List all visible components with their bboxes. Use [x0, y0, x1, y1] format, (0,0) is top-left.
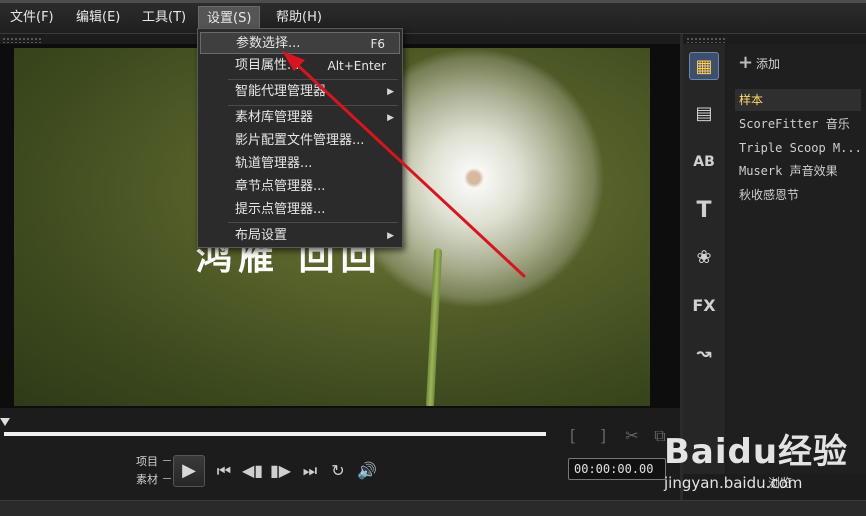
menu-item-label: 参数选择...	[236, 36, 301, 51]
mode-project-dash	[163, 460, 171, 461]
next-frame-icon[interactable]: ▮▶	[270, 461, 291, 481]
menu-settings[interactable]: 设置(S)	[198, 6, 261, 30]
scissors-icon[interactable]: ✂	[622, 426, 642, 446]
menu-item-label: 布局设置	[235, 228, 288, 243]
scrubber-track[interactable]	[4, 432, 546, 436]
menu-item-shortcut: F6	[370, 37, 385, 51]
add-button[interactable]: + 添加	[738, 52, 780, 74]
menu-item-profile-manager[interactable]: 影片配置文件管理器...	[200, 130, 400, 152]
mode-project-label[interactable]: 项目	[136, 453, 158, 469]
title-ab-icon[interactable]: AB	[689, 148, 719, 176]
menu-separator	[228, 222, 398, 223]
menu-file[interactable]: 文件(F)	[2, 6, 62, 30]
timecode-field[interactable]: 00:00:00.00	[568, 458, 666, 480]
library-item-sample[interactable]: 样本	[735, 89, 861, 111]
library-item-triple-scoop[interactable]: Triple Scoop M...	[735, 137, 861, 159]
menu-item-smart-proxy[interactable]: 智能代理管理器 ▶	[200, 81, 400, 103]
go-to-end-icon[interactable]: ⏭	[300, 461, 320, 481]
fx-icon[interactable]: FX	[689, 292, 719, 320]
menu-item-label: 项目属性...	[235, 58, 300, 73]
watermark-brand: Baidu经验	[664, 432, 849, 472]
add-label: 添加	[756, 57, 781, 71]
path-icon[interactable]: ↝	[689, 340, 719, 368]
menu-item-layout-settings[interactable]: 布局设置 ▶	[200, 225, 400, 247]
menu-item-label: 智能代理管理器	[235, 84, 327, 99]
library-item-thanksgiving[interactable]: 秋收感恩节	[735, 184, 861, 206]
menu-bar: 文件(F) 编辑(E) 工具(T) 设置(S) 帮助(H)	[0, 0, 866, 34]
menu-item-cue-manager[interactable]: 提示点管理器...	[200, 199, 400, 221]
play-button[interactable]: ▶	[173, 455, 205, 487]
menu-item-preferences[interactable]: 参数选择... F6	[200, 32, 400, 54]
plus-icon: +	[738, 52, 754, 73]
text-icon[interactable]: T	[689, 197, 719, 225]
library-panel-grip[interactable]	[686, 37, 726, 43]
mode-clip-label[interactable]: 素材	[136, 471, 158, 487]
title-strip	[0, 0, 866, 3]
menu-edit[interactable]: 编辑(E)	[68, 6, 128, 30]
go-to-start-icon[interactable]: ⏮	[214, 461, 234, 481]
media-icon[interactable]: ▦	[689, 52, 719, 80]
scrubber-handle[interactable]	[0, 418, 10, 426]
menu-tools[interactable]: 工具(T)	[134, 6, 194, 30]
preview-panel-grip[interactable]	[2, 37, 42, 43]
menu-item-shortcut: Alt+Enter	[327, 59, 386, 73]
graphic-icon[interactable]: ❀	[689, 244, 719, 272]
menu-item-label: 提示点管理器...	[235, 202, 326, 217]
mark-out-icon[interactable]: ]	[596, 426, 610, 446]
previous-frame-icon[interactable]: ◀▮	[242, 461, 263, 481]
repeat-icon[interactable]: ↻	[328, 461, 348, 481]
menu-separator	[228, 105, 398, 106]
menu-item-label: 素材库管理器	[235, 110, 314, 125]
submenu-arrow-icon: ▶	[387, 231, 394, 241]
mode-clip-dash	[163, 478, 171, 479]
baidu-watermark: Baidu经验 jingyan.baidu.com	[664, 424, 864, 504]
menu-item-label: 影片配置文件管理器...	[235, 133, 365, 148]
library-item-scorefitter[interactable]: ScoreFitter 音乐	[735, 113, 861, 135]
menu-item-label: 轨道管理器...	[235, 156, 313, 171]
watermark-url: jingyan.baidu.com	[664, 474, 803, 492]
settings-dropdown: 参数选择... F6 项目属性... Alt+Enter 智能代理管理器 ▶ 素…	[197, 28, 403, 248]
menu-item-project-properties[interactable]: 项目属性... Alt+Enter	[200, 55, 400, 77]
menu-item-label: 章节点管理器...	[235, 179, 326, 194]
transition-icon[interactable]: ▤	[689, 100, 719, 128]
library-item-muserk[interactable]: Muserk 声音效果	[735, 160, 861, 182]
menu-separator	[228, 79, 398, 80]
submenu-arrow-icon: ▶	[387, 113, 394, 123]
menu-help[interactable]: 帮助(H)	[268, 6, 330, 30]
submenu-arrow-icon: ▶	[387, 87, 394, 97]
mark-in-icon[interactable]: [	[566, 426, 580, 446]
volume-icon[interactable]: 🔊	[356, 461, 378, 481]
menu-item-chapter-manager[interactable]: 章节点管理器...	[200, 176, 400, 198]
menu-item-track-manager[interactable]: 轨道管理器...	[200, 153, 400, 175]
menu-item-library-manager[interactable]: 素材库管理器 ▶	[200, 107, 400, 129]
